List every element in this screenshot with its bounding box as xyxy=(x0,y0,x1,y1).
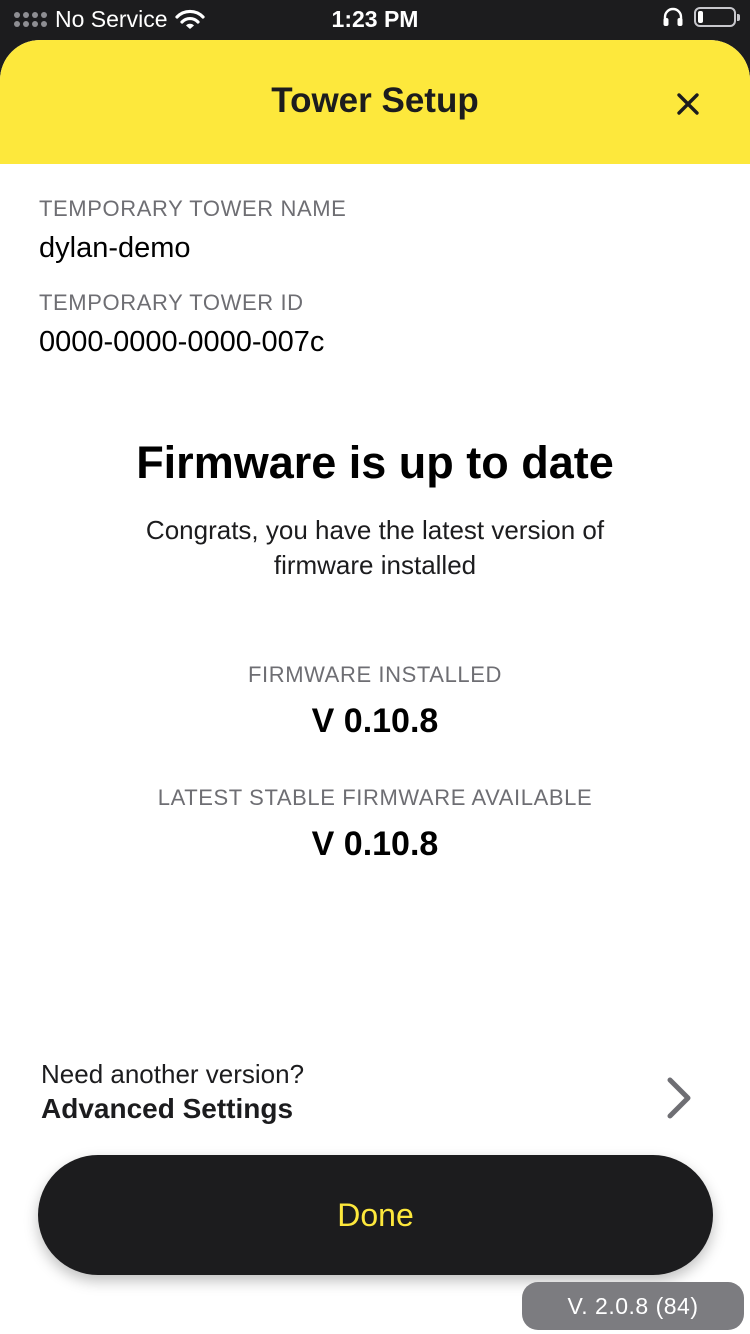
firmware-status-heading: Firmware is up to date xyxy=(136,437,614,488)
advanced-settings-row[interactable]: Need another version? Advanced Settings xyxy=(0,1050,750,1150)
advanced-settings-hint: Need another version? xyxy=(41,1059,305,1089)
tower-name-label: TEMPORARY TOWER NAME xyxy=(39,196,347,221)
advanced-settings-label: Advanced Settings xyxy=(41,1093,294,1124)
chevron-right-icon xyxy=(667,1077,691,1119)
tower-id-label: TEMPORARY TOWER ID xyxy=(39,290,304,315)
done-button[interactable]: Done xyxy=(38,1155,713,1275)
firmware-installed-label: FIRMWARE INSTALLED xyxy=(247,662,503,687)
sheet-header: Tower Setup xyxy=(0,40,750,164)
page-title: Tower Setup xyxy=(271,81,479,120)
status-bar: No Service 1:23 PM xyxy=(0,0,750,40)
tower-id-value: 0000-0000-0000-007c xyxy=(39,326,325,358)
battery-icon xyxy=(694,7,740,27)
app-version-badge: V. 2.0.8 (84) xyxy=(522,1282,744,1330)
close-button[interactable] xyxy=(664,80,712,128)
firmware-installed-value: V 0.10.8 xyxy=(311,702,439,740)
tower-setup-sheet: Tower Setup TEMPORARY TOWER NAME dylan-d… xyxy=(0,40,750,1334)
close-icon xyxy=(677,93,699,115)
status-right xyxy=(662,7,740,27)
headphones-icon xyxy=(663,7,683,26)
status-time: 1:23 PM xyxy=(331,6,419,32)
firmware-status-message: Congrats, you have the latest version of… xyxy=(145,515,605,580)
latest-firmware-value: V 0.10.8 xyxy=(311,825,439,863)
tower-name-value: dylan-demo xyxy=(39,232,191,264)
done-button-label: Done xyxy=(337,1196,414,1233)
latest-firmware-label: LATEST STABLE FIRMWARE AVAILABLE xyxy=(157,785,593,810)
